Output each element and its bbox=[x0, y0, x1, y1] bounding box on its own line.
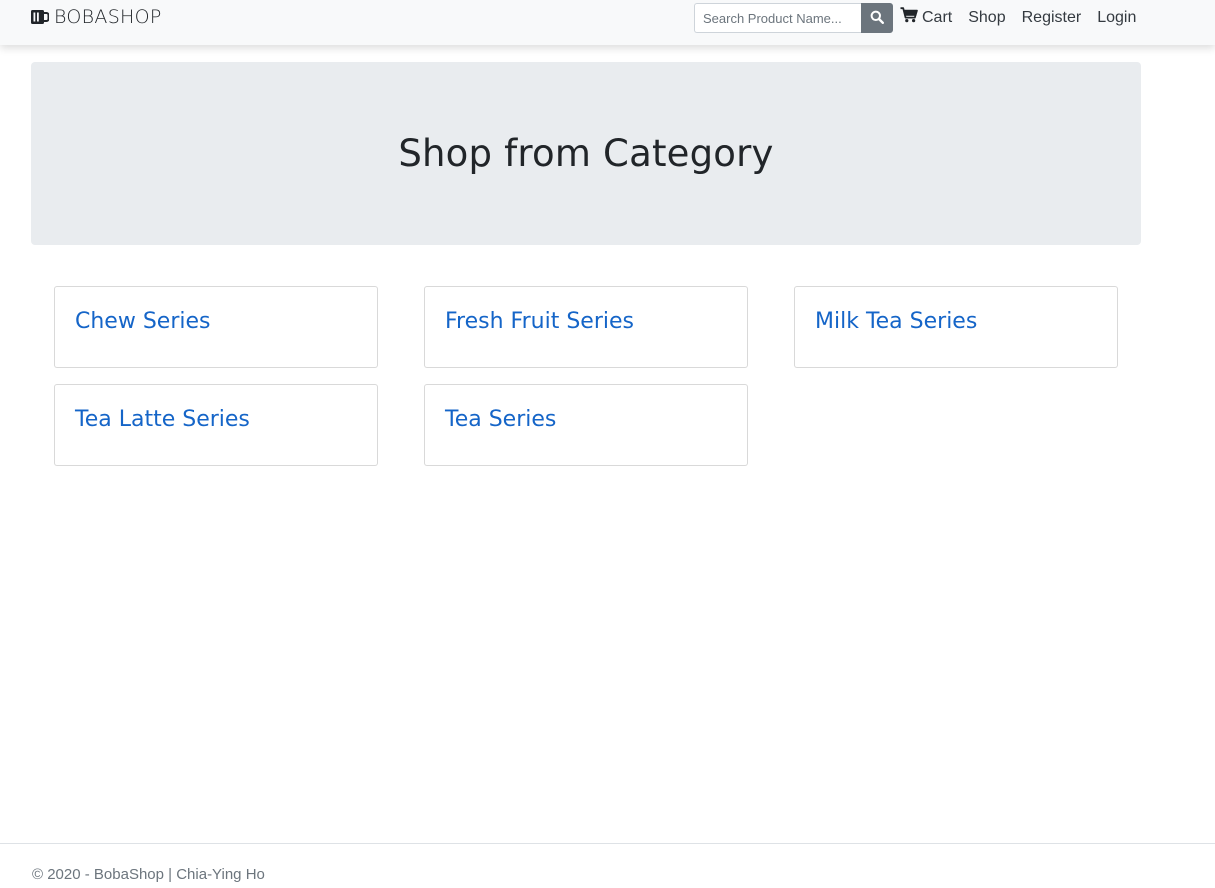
category-link-tea-latte[interactable]: Tea Latte Series bbox=[75, 405, 250, 435]
cart-icon bbox=[900, 7, 918, 29]
footer: © 2020 - BobaShop | Chia-Ying Ho bbox=[0, 843, 1215, 888]
category-card: Tea Latte Series bbox=[54, 384, 378, 466]
search-icon bbox=[870, 10, 885, 27]
search-input[interactable] bbox=[694, 3, 861, 33]
footer-copyright: © 2020 - BobaShop | Chia-Ying Ho bbox=[32, 866, 265, 883]
category-card: Fresh Fruit Series bbox=[424, 286, 748, 368]
mug-icon bbox=[31, 9, 50, 25]
category-card: Tea Series bbox=[424, 384, 748, 466]
nav-links: Cart Shop Register Login bbox=[900, 7, 1136, 29]
brand-name: BOBASHOP bbox=[54, 6, 162, 28]
nav-register-link[interactable]: Register bbox=[1022, 8, 1082, 28]
category-link-milk-tea[interactable]: Milk Tea Series bbox=[815, 307, 977, 337]
category-link-tea[interactable]: Tea Series bbox=[445, 405, 556, 435]
category-card: Milk Tea Series bbox=[794, 286, 1118, 368]
brand-link[interactable]: BOBASHOP bbox=[31, 6, 162, 28]
nav-cart-link[interactable]: Cart bbox=[900, 7, 952, 29]
nav-shop-link[interactable]: Shop bbox=[968, 8, 1005, 28]
page-title: Shop from Category bbox=[398, 132, 774, 175]
category-link-chew[interactable]: Chew Series bbox=[75, 307, 210, 337]
cart-label: Cart bbox=[922, 9, 953, 26]
navbar: BOBASHOP Cart Shop bbox=[0, 0, 1215, 45]
category-link-fresh-fruit[interactable]: Fresh Fruit Series bbox=[445, 307, 634, 337]
hero-banner: Shop from Category bbox=[31, 62, 1141, 245]
category-card: Chew Series bbox=[54, 286, 378, 368]
search-button[interactable] bbox=[861, 3, 893, 33]
nav-login-link[interactable]: Login bbox=[1097, 8, 1136, 28]
search-form bbox=[694, 3, 893, 33]
